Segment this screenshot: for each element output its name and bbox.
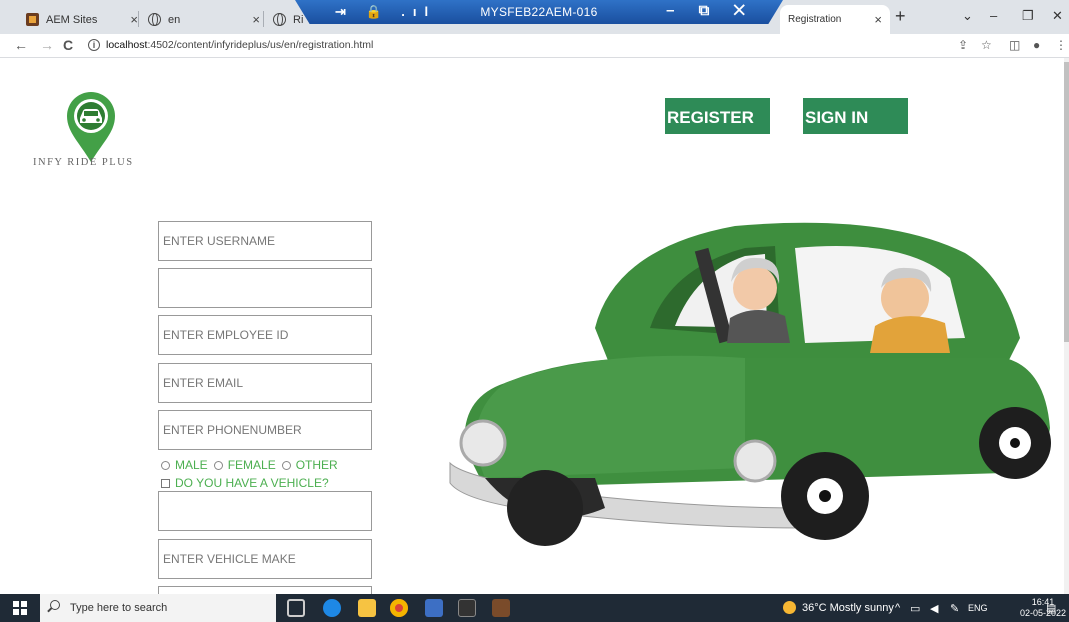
browser-tab-strip: AEM Sites × en × Ri ⇥ 🔒 .ıl MYSFEB22AEM-… xyxy=(0,0,1069,34)
url-field[interactable]: localhost:4502/content/infyrideplus/us/e… xyxy=(106,39,373,51)
gender-option-other[interactable]: OTHER xyxy=(281,458,338,472)
tray-chevron-icon[interactable]: ^ xyxy=(895,602,900,614)
restore-button[interactable]: ❐ xyxy=(1022,8,1034,24)
sun-weather-icon[interactable] xyxy=(783,601,796,614)
clock-date: 02-05-2022 xyxy=(1020,608,1067,618)
gender-option-male[interactable]: MALE xyxy=(161,458,208,472)
url-path: :4502/content/infyrideplus/us/en/registr… xyxy=(147,39,374,51)
password-field[interactable] xyxy=(158,268,372,308)
tab-ride[interactable]: Ri xyxy=(265,5,305,34)
address-toolbar: ← → C i localhost:4502/content/infyridep… xyxy=(0,34,1069,58)
tab-search-chevron-icon[interactable]: ⌄ xyxy=(962,8,973,24)
remote-desktop-bar: ⇥ 🔒 .ıl MYSFEB22AEM-016 – ⧉ ✕ xyxy=(295,0,783,24)
share-icon[interactable]: ⇪ xyxy=(958,38,968,52)
clock-time: 16:41 xyxy=(1031,597,1055,607)
tab-en[interactable]: en × xyxy=(140,5,268,34)
screen: AEM Sites × en × Ri ⇥ 🔒 .ıl MYSFEB22AEM-… xyxy=(0,0,1069,622)
radio-circle[interactable] xyxy=(213,460,223,470)
tab-registration[interactable]: Registration × xyxy=(780,5,890,34)
radio-label: OTHER xyxy=(295,458,338,472)
remote-window-controls[interactable]: – ⧉ ✕ xyxy=(666,2,755,19)
site-info-icon[interactable]: i xyxy=(88,39,100,51)
globe-icon xyxy=(148,13,161,26)
brand-name: INFY RIDE PLUS xyxy=(33,157,134,168)
register-button[interactable]: REGISTER xyxy=(665,98,770,134)
scroll-thumb[interactable] xyxy=(1064,62,1069,342)
radio-circle[interactable] xyxy=(161,460,170,470)
username-field[interactable] xyxy=(158,221,372,261)
tab-title: en xyxy=(168,13,181,26)
aem-icon xyxy=(26,13,39,26)
globe-icon xyxy=(273,13,286,26)
windows-start-icon[interactable] xyxy=(13,601,27,615)
email-field[interactable] xyxy=(158,363,372,403)
network-icon[interactable]: ▭ xyxy=(910,602,920,615)
search-icon xyxy=(50,600,60,610)
close-window-button[interactable]: ✕ xyxy=(1052,8,1063,24)
radio-label: FEMALE xyxy=(227,458,276,472)
gender-option-female[interactable]: FEMALE xyxy=(213,458,276,472)
system-clock[interactable]: 16:41 02-05-2022 xyxy=(1020,597,1066,619)
app-icon[interactable] xyxy=(492,599,510,617)
chrome-icon[interactable] xyxy=(390,599,408,617)
radio-circle[interactable] xyxy=(281,460,291,470)
radio-label: MALE xyxy=(175,458,208,472)
reload-button[interactable]: C xyxy=(63,37,73,53)
employee-id-field[interactable] xyxy=(158,315,372,355)
edge-icon[interactable] xyxy=(323,599,341,617)
tab-title: AEM Sites xyxy=(46,13,98,26)
tab-title: Registration xyxy=(788,14,842,25)
new-tab-button[interactable]: + xyxy=(895,6,906,27)
close-icon[interactable]: × xyxy=(874,12,882,27)
forward-button[interactable]: → xyxy=(40,37,54,53)
bookmark-star-icon[interactable]: ☆ xyxy=(981,38,992,52)
phone-number-field[interactable] xyxy=(158,410,372,450)
close-icon[interactable]: × xyxy=(130,12,138,27)
windows-taskbar: Type here to search 36°C Mostly sunny ^ … xyxy=(0,594,1069,622)
weather-text[interactable]: 36°C Mostly sunny xyxy=(802,602,894,614)
taskbar-search-placeholder: Type here to search xyxy=(70,602,168,614)
taskbar-search-box[interactable]: Type here to search xyxy=(40,594,276,622)
vehicle-make-field[interactable] xyxy=(158,539,372,579)
side-panel-icon[interactable]: ◫ xyxy=(1009,38,1020,52)
file-explorer-icon[interactable] xyxy=(358,599,376,617)
terminal-icon[interactable] xyxy=(458,599,476,617)
checkbox-square[interactable] xyxy=(161,478,170,488)
tab-separator xyxy=(138,11,139,27)
green-car-illustration xyxy=(449,222,1051,546)
tab-separator xyxy=(263,11,264,27)
gender-radio-group: MALE FEMALE OTHER xyxy=(161,458,344,472)
profile-icon[interactable]: ● xyxy=(1033,38,1040,52)
tab-title: Ri xyxy=(293,13,304,26)
notification-icon[interactable]: ▤ xyxy=(1046,602,1056,615)
volume-icon[interactable]: ◀ xyxy=(930,602,938,615)
vehicle-detail-field[interactable] xyxy=(158,491,372,531)
registration-page: INFY RIDE PLUS REGISTER SIGN IN MALE FEM… xyxy=(0,58,1064,594)
tab-aem-sites[interactable]: AEM Sites × xyxy=(18,5,146,34)
url-host: localhost xyxy=(106,39,148,51)
minimize-button[interactable]: – xyxy=(990,8,997,23)
sign-in-button[interactable]: SIGN IN xyxy=(803,98,908,134)
language-indicator[interactable]: ENG xyxy=(968,603,988,613)
close-icon[interactable]: × xyxy=(252,12,260,27)
infy-ride-logo-icon xyxy=(67,92,115,162)
pen-icon[interactable]: ✎ xyxy=(950,602,959,615)
has-vehicle-checkbox[interactable]: DO YOU HAVE A VEHICLE? xyxy=(161,476,329,490)
vehicle-extra-field[interactable] xyxy=(158,586,372,594)
task-view-icon[interactable] xyxy=(287,599,305,617)
back-button[interactable]: ← xyxy=(14,37,28,53)
remote-desktop-icon[interactable] xyxy=(425,599,443,617)
menu-icon[interactable]: ⋮ xyxy=(1055,38,1067,52)
checkbox-label: DO YOU HAVE A VEHICLE? xyxy=(175,476,329,490)
